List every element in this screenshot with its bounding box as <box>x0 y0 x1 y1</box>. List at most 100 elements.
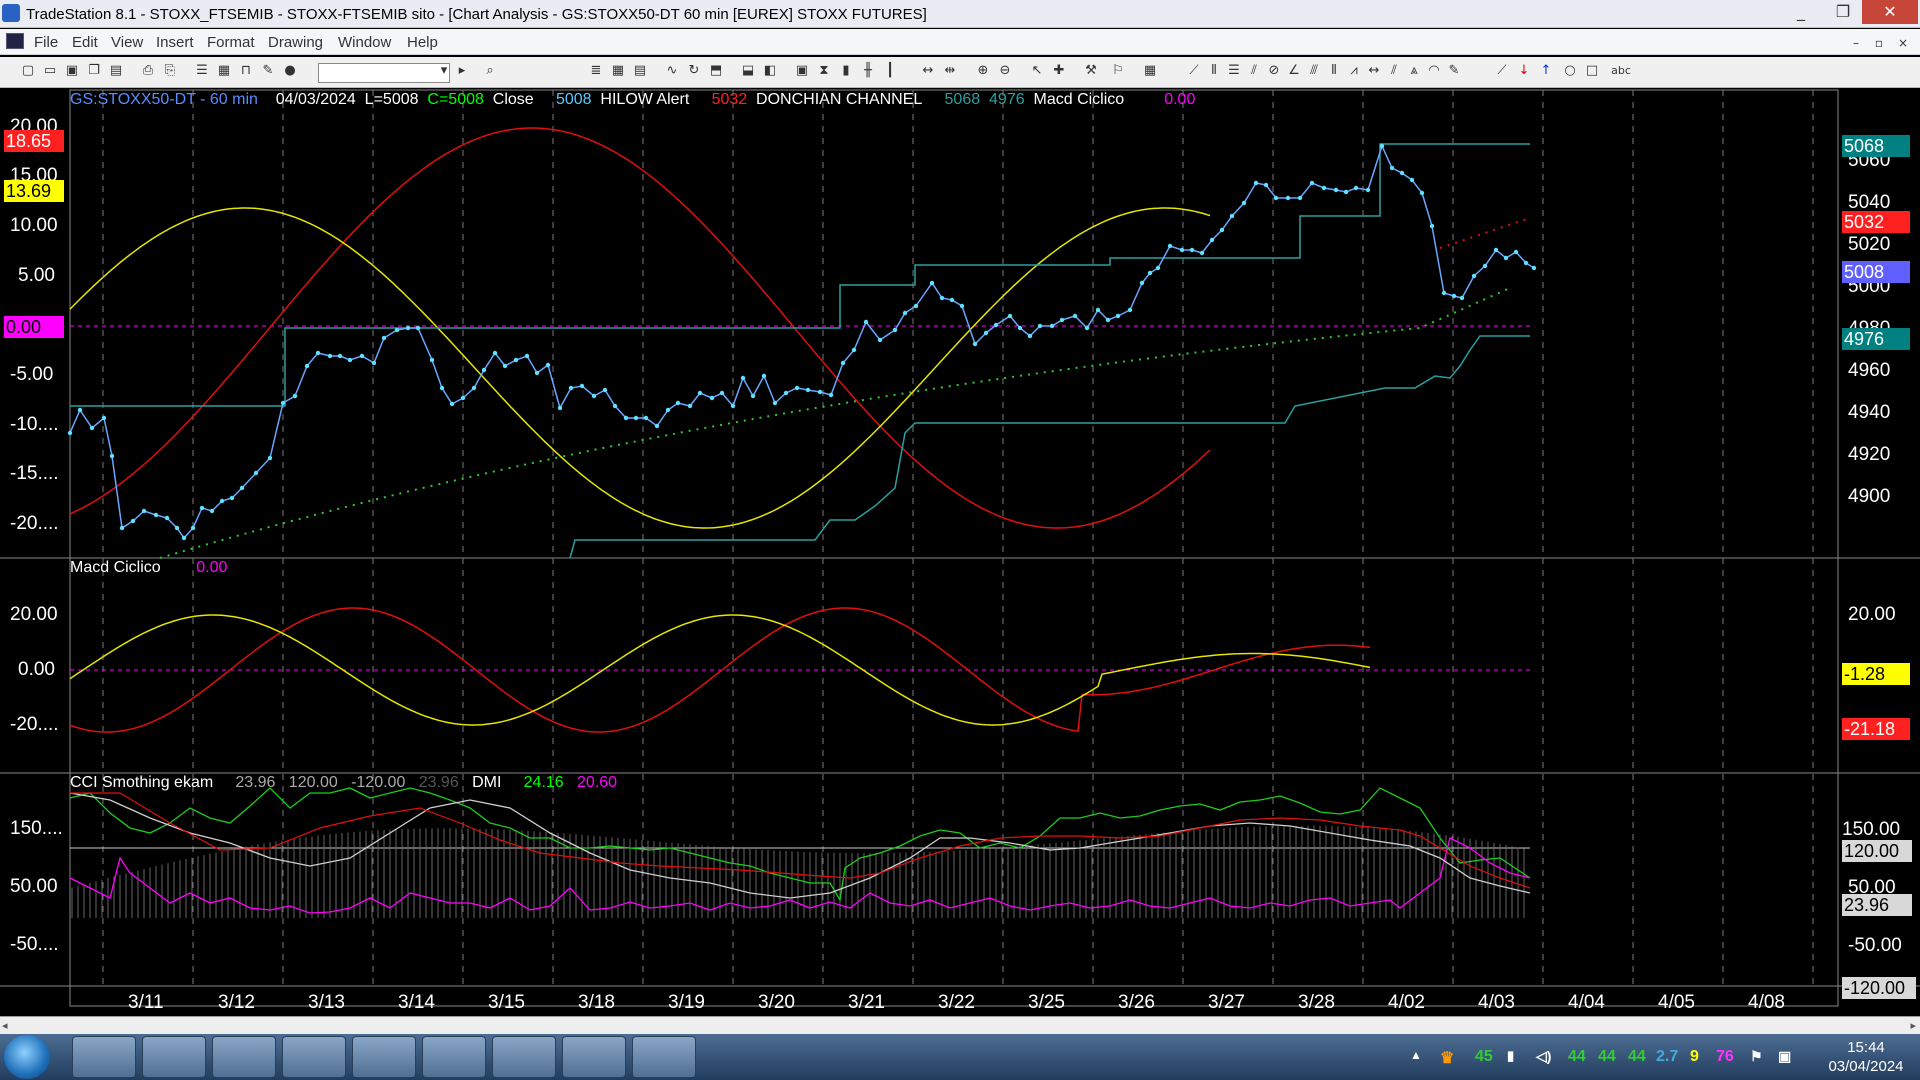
taskbar-excel-icon[interactable] <box>352 1036 416 1078</box>
scan-icon[interactable]: ▣ <box>794 63 810 79</box>
down-arrow-icon[interactable]: ↓ <box>1516 63 1532 79</box>
close-button[interactable]: ✕ <box>1862 0 1918 24</box>
calc-icon[interactable]: ▦ <box>1142 63 1158 79</box>
ohlc-icon[interactable]: ╫ <box>860 63 876 79</box>
menu-view[interactable]: View <box>111 34 143 51</box>
arc-icon[interactable]: ◠ <box>1426 63 1442 79</box>
alert-icon[interactable]: ⚐ <box>1110 63 1126 79</box>
menu-edit[interactable]: Edit <box>72 34 98 51</box>
menu-help[interactable]: Help <box>407 34 438 51</box>
taskbar-clock-app-icon[interactable] <box>142 1036 206 1078</box>
hammer-icon[interactable]: ⚒ <box>1083 63 1099 79</box>
taskbar-window-icon[interactable] <box>562 1036 626 1078</box>
globe-icon[interactable]: ● <box>282 63 298 79</box>
crosshair-icon[interactable]: ✚ <box>1051 63 1067 79</box>
menu-window[interactable]: Window <box>338 34 391 51</box>
chart-window-icon[interactable] <box>6 33 24 49</box>
table-icon[interactable]: ▦ <box>610 63 626 79</box>
format-icon[interactable]: ⬒ <box>708 63 724 79</box>
horizontal-line-icon[interactable]: ☰ <box>1226 63 1242 79</box>
line-chart-icon[interactable]: ∿ <box>664 63 680 79</box>
tray-monitor-icon[interactable]: ▮ <box>1507 1048 1514 1064</box>
compress-icon[interactable]: ⇹ <box>942 63 958 79</box>
taskbar-chart-app-icon[interactable] <box>422 1036 486 1078</box>
fan-icon[interactable]: ⩘ <box>1346 63 1362 79</box>
taskbar-tradestation-icon[interactable] <box>282 1036 346 1078</box>
taskbar-firefox-icon[interactable] <box>212 1036 276 1078</box>
zoom-in-icon[interactable]: ⊕ <box>975 63 991 79</box>
tray-flag-icon[interactable]: ⚑ <box>1750 1048 1763 1065</box>
system-clock[interactable]: 15:44 03/04/2024 <box>1818 1038 1914 1076</box>
gann-icon[interactable]: ⦀ <box>1326 63 1342 79</box>
date-tick-label: 4/03 <box>1478 992 1515 1013</box>
regression-icon[interactable]: ⫽ <box>1386 63 1402 79</box>
lock-icon[interactable]: ⊓ <box>238 63 254 79</box>
window-icon[interactable]: ▦ <box>216 63 232 79</box>
chart-canvas[interactable] <box>0 88 1920 1016</box>
print-preview-icon[interactable]: ⎘ <box>162 63 178 79</box>
menu-file[interactable]: File <box>34 34 58 51</box>
horizontal-scrollbar[interactable]: ◂ ▸ <box>0 1016 1920 1034</box>
strategy-icon[interactable]: ◧ <box>762 63 778 79</box>
text-icon[interactable]: abc <box>1610 63 1632 79</box>
vertical-lines-icon[interactable]: ⦀ <box>1206 63 1222 79</box>
tray-network-icon[interactable]: ▣ <box>1778 1048 1791 1065</box>
new-icon[interactable]: ▢ <box>20 63 36 79</box>
zoom-out-icon[interactable]: ⊖ <box>997 63 1013 79</box>
start-button[interactable] <box>4 1035 50 1079</box>
right-badge-donchian-low: 4976 <box>1842 328 1910 350</box>
chart-analysis-window[interactable]: GS:STOXX50-DT - 60 min 04/03/2024 L=5008… <box>0 88 1920 1016</box>
freehand-icon[interactable]: ⟋ <box>1494 63 1510 79</box>
grid-icon[interactable]: ▤ <box>632 63 648 79</box>
arrows-icon[interactable]: ↔ <box>1366 63 1382 79</box>
menu-insert[interactable]: Insert <box>156 34 194 51</box>
mdi-close-button[interactable]: × <box>1892 31 1914 55</box>
indicator-icon[interactable]: ⬓ <box>740 63 756 79</box>
symbol-input[interactable] <box>318 63 450 83</box>
andrews-icon[interactable]: ⩓ <box>1406 63 1422 79</box>
pencil-icon[interactable]: ✎ <box>1446 63 1462 79</box>
circle-icon[interactable]: ○ <box>1562 63 1578 79</box>
menu-format[interactable]: Format <box>207 34 255 51</box>
bars-icon[interactable]: ⧗ <box>816 63 832 79</box>
tray-num: 44 <box>1628 1048 1646 1065</box>
save-icon[interactable]: ▣ <box>64 63 80 79</box>
cursor-icon[interactable]: ↖ <box>1029 63 1045 79</box>
open-icon[interactable]: ▭ <box>42 63 58 79</box>
mdi-minimize-button[interactable]: – <box>1845 31 1867 55</box>
scroll-right-icon[interactable]: ▸ <box>1910 1019 1916 1032</box>
layout-icon[interactable]: ☰ <box>194 63 210 79</box>
menu-drawing[interactable]: Drawing <box>268 34 323 51</box>
taskbar-monitor-icon[interactable] <box>492 1036 556 1078</box>
maximize-button[interactable]: ❐ <box>1822 0 1864 24</box>
dropdown-icon[interactable]: ▾ <box>436 63 452 79</box>
channel-icon[interactable]: ⫽ <box>1246 63 1262 79</box>
go-icon[interactable]: ▸ <box>454 63 470 79</box>
tools-icon[interactable]: ✎ <box>260 63 276 79</box>
bar-style-icon[interactable]: ┃ <box>882 63 898 79</box>
search-icon[interactable]: ⌕ <box>482 63 498 79</box>
mdi-restore-button[interactable]: ▫ <box>1868 31 1890 55</box>
refresh-icon[interactable]: ↻ <box>686 63 702 79</box>
expand-icon[interactable]: ↔ <box>920 63 936 79</box>
taskbar-notes-icon[interactable] <box>632 1036 696 1078</box>
price-point <box>740 375 746 381</box>
fibonacci-icon[interactable]: ⊘ <box>1266 63 1282 79</box>
tray-arrow-icon[interactable]: ▲ <box>1410 1048 1422 1062</box>
print-icon[interactable]: ⎙ <box>140 63 156 79</box>
angle-icon[interactable]: ∠ <box>1286 63 1302 79</box>
trendline-icon[interactable]: ⟋ <box>1186 63 1202 79</box>
folder-icon[interactable]: ▤ <box>108 63 124 79</box>
rectangle-icon[interactable]: □ <box>1584 63 1600 79</box>
scroll-left-icon[interactable]: ◂ <box>2 1019 8 1032</box>
tray-volume-icon[interactable]: ◁) <box>1536 1048 1551 1065</box>
minimize-button[interactable]: _ <box>1780 0 1822 24</box>
tray-app-icon[interactable]: ♛ <box>1440 1048 1454 1068</box>
chart-type-icon[interactable]: ≣ <box>588 63 604 79</box>
price-point <box>481 367 487 373</box>
candles-icon[interactable]: ▮ <box>838 63 854 79</box>
taskbar-explorer-icon[interactable] <box>72 1036 136 1078</box>
copy-icon[interactable]: ❐ <box>86 63 102 79</box>
speed-line-icon[interactable]: ⫻ <box>1306 63 1322 79</box>
up-arrow-icon[interactable]: ↑ <box>1538 63 1554 79</box>
